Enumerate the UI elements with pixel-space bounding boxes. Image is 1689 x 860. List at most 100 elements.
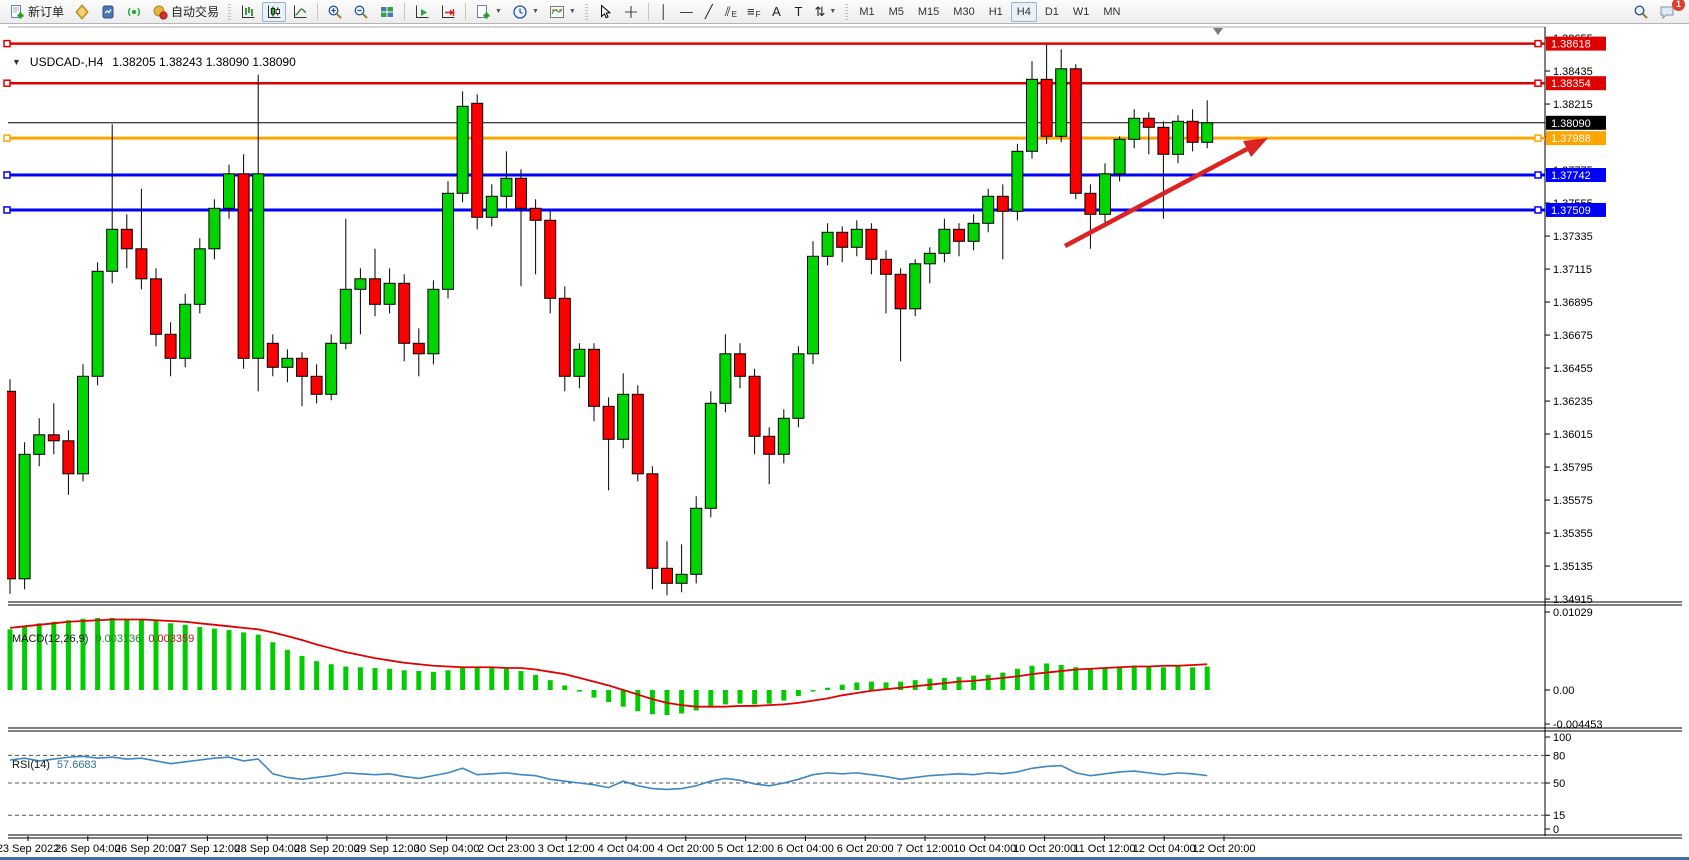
arrows-tool-button[interactable]: ⇅▼ xyxy=(810,2,840,22)
candle xyxy=(851,220,862,256)
price-chart-svg[interactable]: 1.386551.384351.382151.379951.377751.375… xyxy=(0,25,1689,857)
candle xyxy=(180,294,191,368)
notification-badge: 1 xyxy=(1672,0,1685,11)
line-handle[interactable] xyxy=(1535,41,1541,47)
svg-text:1.38354: 1.38354 xyxy=(1551,78,1591,90)
candle xyxy=(954,223,965,256)
macd-bar xyxy=(723,690,728,704)
vertical-line-tool-button[interactable]: │ xyxy=(654,2,674,22)
text-tool-button[interactable]: A xyxy=(766,2,786,22)
equidistant-channel-tool-button[interactable]: ⫽E xyxy=(721,2,741,22)
rsi-line xyxy=(10,756,1207,789)
candle xyxy=(443,181,454,298)
tile-windows-button[interactable] xyxy=(375,2,399,22)
chevron-down-icon[interactable]: ▼ xyxy=(12,57,21,67)
candle xyxy=(530,199,541,274)
candlestick-chart-icon xyxy=(266,4,282,20)
timeframe-button-m15[interactable]: M15 xyxy=(912,2,945,22)
candle xyxy=(968,214,979,250)
horizontal-line-tool-button[interactable]: — xyxy=(676,2,697,22)
fibonacci-tool-button[interactable]: ≡F xyxy=(743,2,764,22)
macd-bar xyxy=(66,620,71,690)
indicators-button[interactable]: ▼ xyxy=(545,2,580,22)
timeframe-button-h1[interactable]: H1 xyxy=(983,2,1009,22)
line-handle[interactable] xyxy=(4,41,10,47)
macd-bar xyxy=(679,690,684,713)
time-axis[interactable]: 23 Sep 202226 Sep 04:0026 Sep 20:0027 Se… xyxy=(0,836,1256,855)
macd-bar xyxy=(124,619,129,690)
zoom-out-button[interactable] xyxy=(349,2,373,22)
crosshair-tool-button[interactable] xyxy=(619,2,643,22)
timeframe-button-m5[interactable]: M5 xyxy=(883,2,910,22)
macd-bar xyxy=(460,668,465,690)
line-handle[interactable] xyxy=(1535,172,1541,178)
candle xyxy=(340,219,351,349)
toolbar-separator xyxy=(465,3,466,20)
autotrading-button[interactable]: 自动交易 xyxy=(148,2,223,22)
search-button[interactable] xyxy=(1629,2,1653,22)
timeframe-button-mn[interactable]: MN xyxy=(1097,2,1126,22)
candle xyxy=(282,349,293,382)
fibonacci-tool-icon: ≡ xyxy=(747,5,755,18)
rsi-value: 57.6683 xyxy=(57,759,97,771)
macd-bar xyxy=(95,618,100,690)
chart-shift-marker[interactable] xyxy=(1213,28,1223,35)
candles xyxy=(5,45,1213,596)
timeframe-button-m30[interactable]: M30 xyxy=(947,2,980,22)
candle xyxy=(881,250,892,313)
trendline-tool-button[interactable]: ╱ xyxy=(699,2,719,22)
line-handle[interactable] xyxy=(4,135,10,141)
candle xyxy=(1027,61,1038,159)
candle xyxy=(939,219,950,262)
signals-button[interactable] xyxy=(122,2,146,22)
candle xyxy=(209,199,220,259)
line-handle[interactable] xyxy=(1535,80,1541,86)
mql-community-button[interactable] xyxy=(70,2,94,22)
candle xyxy=(1070,64,1081,199)
candle xyxy=(370,249,381,316)
svg-text:29 Sep 12:00: 29 Sep 12:00 xyxy=(354,843,419,855)
chat-button[interactable]: 1 xyxy=(1655,2,1679,22)
svg-text:27 Sep 12:00: 27 Sep 12:00 xyxy=(175,843,240,855)
auto-scroll-button[interactable] xyxy=(410,2,434,22)
cursor-tool-button[interactable] xyxy=(593,2,617,22)
candlestick-chart-button[interactable] xyxy=(262,2,286,22)
macd-bar xyxy=(314,661,319,690)
macd-bar xyxy=(533,675,538,690)
candle xyxy=(603,397,614,490)
equidistant-channel-tool-icon: ⫽ xyxy=(725,5,731,18)
timeframe-button-m1[interactable]: M1 xyxy=(853,2,880,22)
candle xyxy=(647,466,658,589)
zoom-in-button[interactable] xyxy=(323,2,347,22)
line-handle[interactable] xyxy=(4,207,10,213)
candle xyxy=(516,169,527,286)
vertical-line-tool-icon: │ xyxy=(660,5,668,18)
new-order-button[interactable]: 新订单 xyxy=(5,2,68,22)
macd-bar xyxy=(854,682,859,690)
timeframe-button-h4[interactable]: H4 xyxy=(1011,2,1037,22)
candle xyxy=(253,75,264,392)
line-handle[interactable] xyxy=(1535,135,1541,141)
tool-sub-label: E xyxy=(732,10,737,19)
macd-bar xyxy=(1190,667,1195,690)
candle xyxy=(1158,121,1169,219)
candle xyxy=(778,409,789,463)
timeframe-button-w1[interactable]: W1 xyxy=(1067,2,1096,22)
bar-chart-button[interactable] xyxy=(236,2,260,22)
line-handle[interactable] xyxy=(4,172,10,178)
mobile-terminal-button[interactable] xyxy=(96,2,120,22)
toolbar-separator xyxy=(404,3,405,20)
candle xyxy=(107,124,118,283)
candle xyxy=(355,268,366,334)
line-handle[interactable] xyxy=(4,80,10,86)
chart-shift-button[interactable] xyxy=(436,2,460,22)
candle xyxy=(1187,109,1198,151)
new-chart-button[interactable]: ▼ xyxy=(471,2,506,22)
line-chart-button[interactable] xyxy=(288,2,312,22)
text-label-tool-button[interactable]: T xyxy=(788,2,808,22)
profiles-button[interactable]: ▼ xyxy=(508,2,543,22)
timeframe-button-d1[interactable]: D1 xyxy=(1039,2,1065,22)
line-handle[interactable] xyxy=(1535,207,1541,213)
candle xyxy=(486,184,497,226)
svg-text:50: 50 xyxy=(1553,778,1565,790)
